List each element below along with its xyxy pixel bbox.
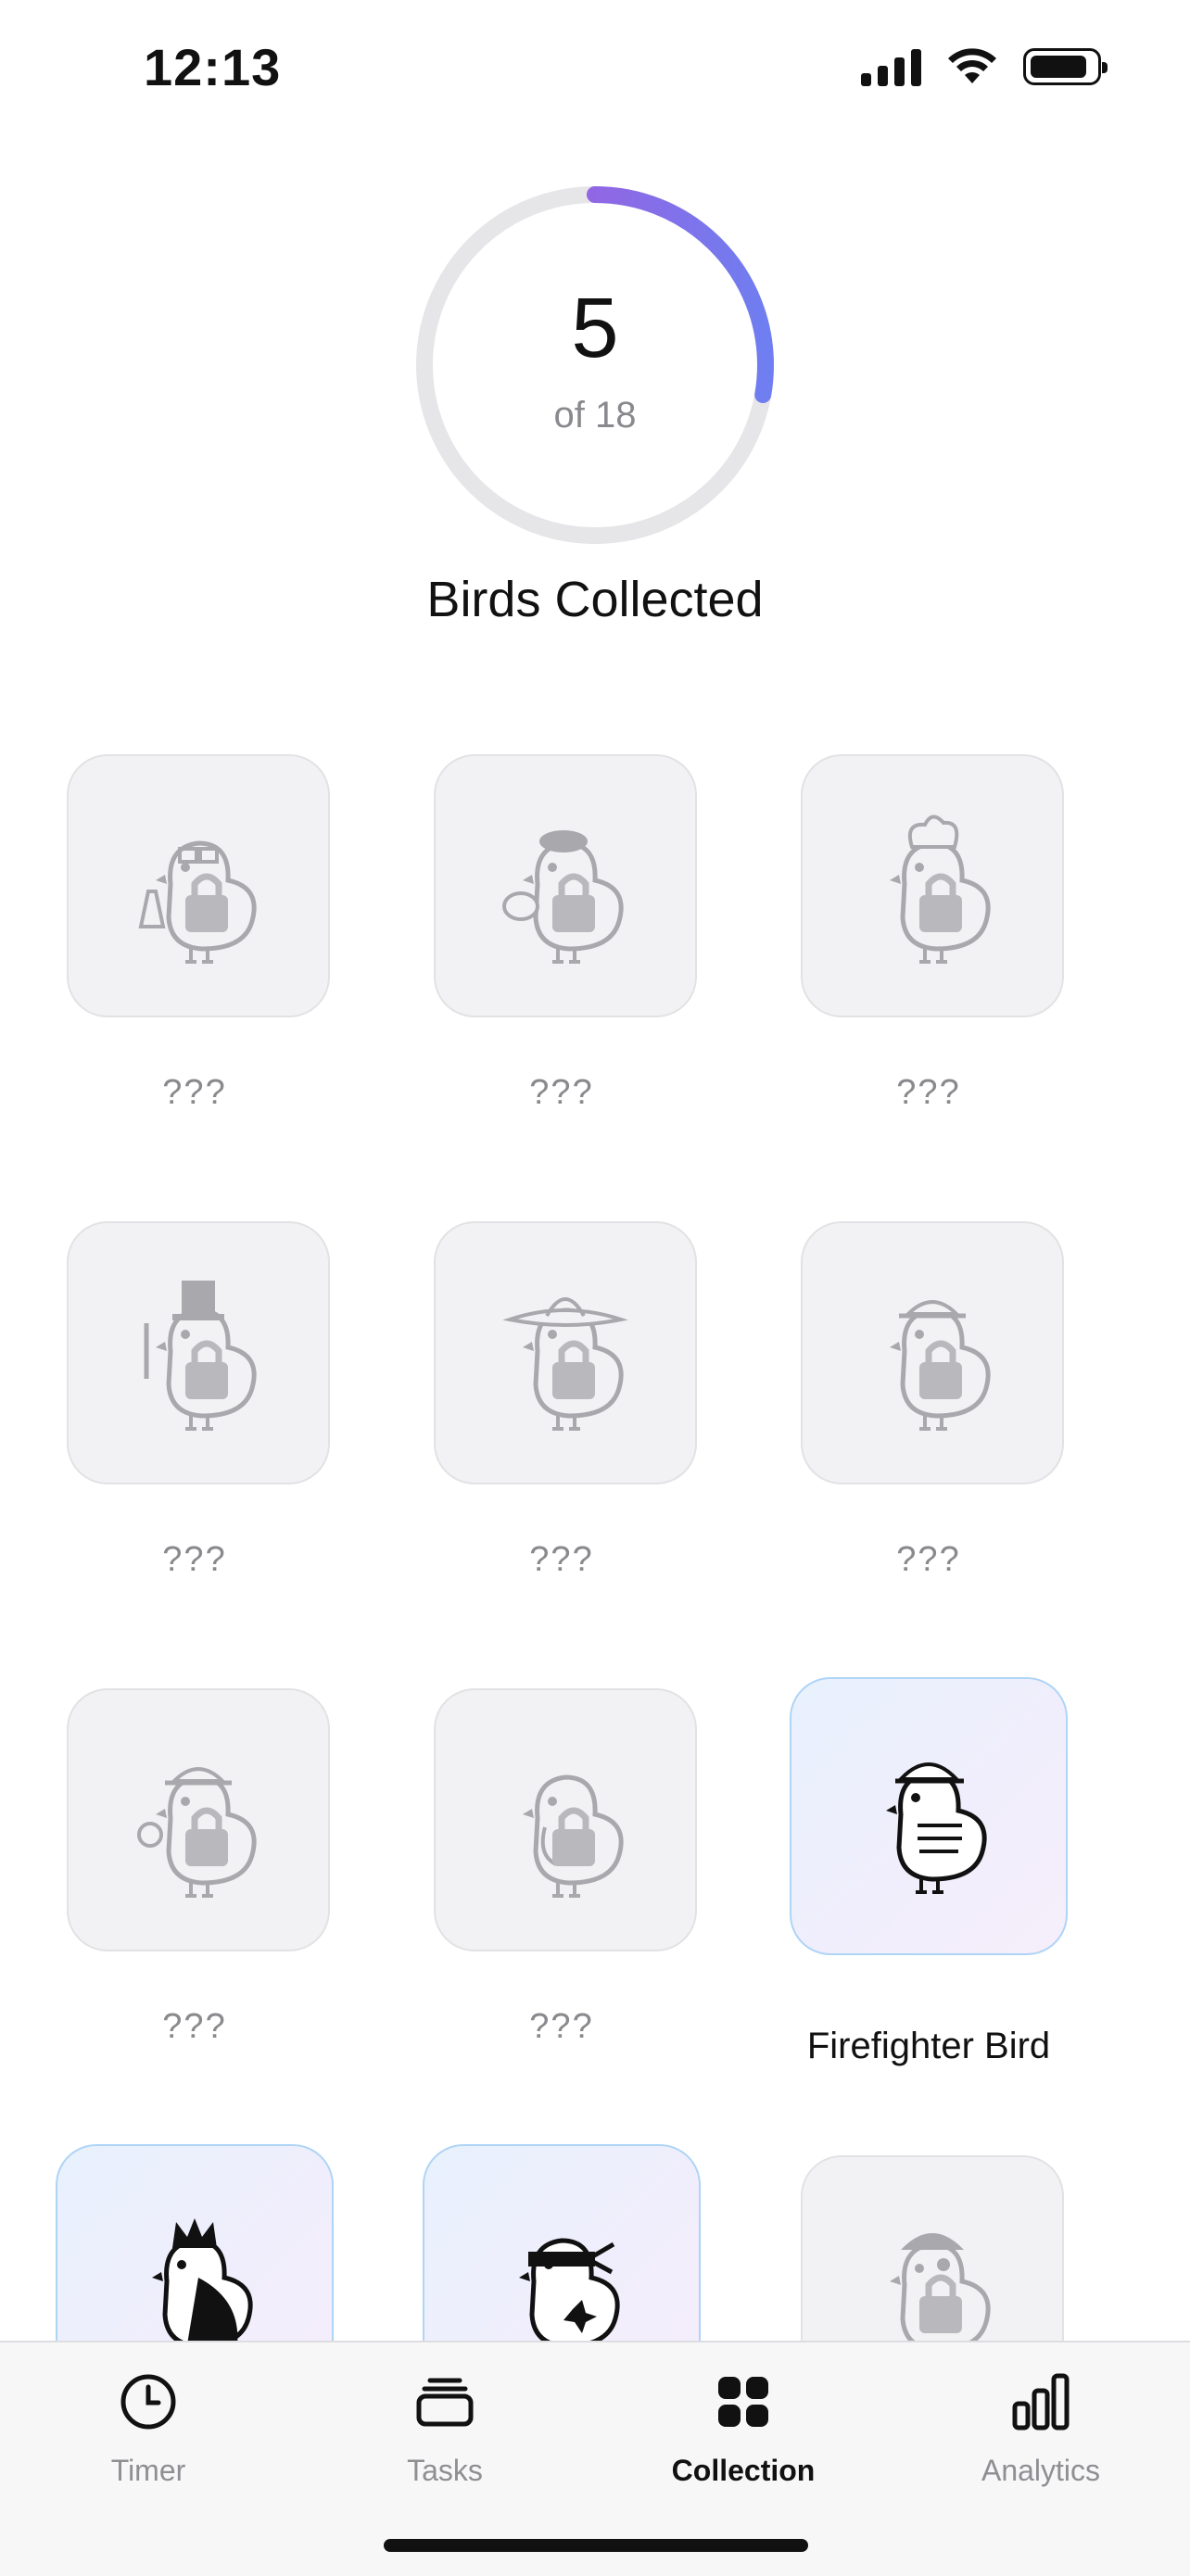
cellular-signal-icon [861, 47, 921, 86]
firefighter-bird-icon [836, 1722, 1021, 1912]
bar-chart-icon [1012, 2373, 1070, 2431]
status-time: 12:13 [144, 38, 282, 96]
detective-hat-bird-icon [840, 1258, 1025, 1448]
bird-collection-item[interactable] [725, 2133, 1092, 2341]
grid-icon [718, 2377, 768, 2427]
bird-collection-item[interactable]: ??? [725, 732, 1092, 1158]
bird-collection-item[interactable]: ??? [358, 1199, 725, 1625]
unlocked-bird-card[interactable] [790, 1677, 1068, 1955]
stack-icon [416, 2378, 474, 2427]
bird-collection-item[interactable]: ??? [0, 1199, 358, 1625]
bird-collection-item[interactable]: ??? [0, 732, 358, 1158]
bird-name-label: ??? [162, 1073, 227, 1112]
status-icons [861, 46, 1108, 87]
tab-timer[interactable]: Timer [37, 2368, 260, 2507]
status-bar: 12:13 [0, 0, 1190, 139]
bird-name-label: Firefighter Bird [806, 2026, 1051, 2066]
bird-name-label: ??? [529, 1073, 594, 1112]
tab-label-timer: Timer [110, 2454, 186, 2487]
pirate-bird-icon [840, 2192, 1025, 2341]
tab-analytics[interactable]: Analytics [930, 2368, 1152, 2507]
locked-bird-card[interactable] [801, 2155, 1064, 2341]
bird-collection-item[interactable] [0, 2133, 358, 2341]
collection-progress-ring: 5 of 18 [413, 183, 777, 547]
collected-total: of 18 [553, 395, 637, 436]
chef-bird-icon [840, 791, 1025, 981]
artist-bird-icon [473, 791, 658, 981]
magician-bird-icon [106, 1258, 291, 1448]
locked-bird-card[interactable] [801, 754, 1064, 1017]
bird-collection-grid: ???????????????????????? Firefighter Bird [0, 732, 1190, 2341]
bird-name-label: ??? [162, 2007, 227, 2046]
bird-collection-item[interactable]: ??? [358, 1666, 725, 2092]
bird-collection-item[interactable]: Firefighter Bird [725, 1666, 1092, 2092]
tab-tasks[interactable]: Tasks [334, 2368, 556, 2507]
clock-icon [120, 2374, 176, 2430]
mariachi-bird-icon [473, 1258, 658, 1448]
bird-name-label: ??? [162, 1540, 227, 1579]
battery-icon [1023, 48, 1108, 85]
bird-collection-item[interactable]: ??? [725, 1199, 1092, 1625]
bird-name-label: ??? [896, 1073, 961, 1112]
tab-label-analytics: Analytics [981, 2454, 1101, 2487]
locked-bird-card[interactable] [434, 1221, 697, 1484]
detective-bird-icon [106, 1725, 291, 1915]
scientist-bird-icon [106, 791, 291, 981]
tab-label-collection: Collection [671, 2454, 816, 2487]
locked-bird-card[interactable] [801, 1221, 1064, 1484]
locked-bird-card[interactable] [434, 1688, 697, 1951]
locked-bird-card[interactable] [67, 1221, 330, 1484]
unlocked-bird-card[interactable] [56, 2144, 334, 2341]
tab-label-tasks: Tasks [407, 2454, 483, 2487]
collected-count: 5 [571, 281, 619, 375]
king-bird-icon [102, 2189, 287, 2341]
bird-name-label: ??? [896, 1540, 961, 1579]
doctor-bird-icon [473, 1725, 658, 1915]
wifi-icon [948, 48, 996, 83]
birds-collected-title: Birds Collected [426, 572, 764, 627]
bird-name-label: ??? [529, 1540, 594, 1579]
tab-collection[interactable]: Collection [632, 2368, 855, 2507]
bird-collection-item[interactable] [358, 2133, 725, 2341]
locked-bird-card[interactable] [67, 754, 330, 1017]
bird-name-label: ??? [529, 2007, 594, 2046]
ninja-bird-icon [469, 2189, 654, 2341]
home-indicator[interactable] [384, 2539, 808, 2552]
bird-collection-item[interactable]: ??? [358, 732, 725, 1158]
unlocked-bird-card[interactable] [423, 2144, 701, 2341]
bird-collection-item[interactable]: ??? [0, 1666, 358, 2092]
locked-bird-card[interactable] [434, 754, 697, 1017]
locked-bird-card[interactable] [67, 1688, 330, 1951]
